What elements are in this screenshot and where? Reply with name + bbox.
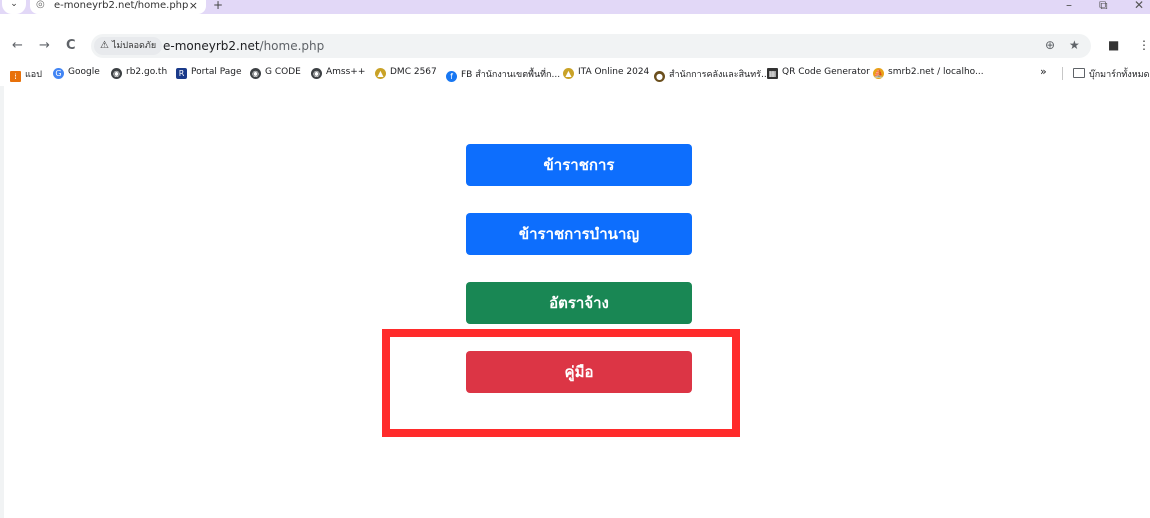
page-left-edge bbox=[0, 86, 4, 518]
bookmarks-overflow-button[interactable]: » bbox=[1040, 65, 1047, 78]
security-label: ไม่ปลอดภัย bbox=[111, 41, 157, 51]
contract-staff-button[interactable]: อัตราจ้าง bbox=[466, 282, 692, 324]
url-host: e-moneyrb2.net bbox=[163, 39, 260, 53]
back-button[interactable]: ← bbox=[12, 38, 23, 53]
chevron-down-icon: ⌄ bbox=[10, 0, 18, 9]
bookmark-apps[interactable]: ⁞ แอป bbox=[10, 67, 42, 82]
reload-button[interactable]: C bbox=[66, 38, 76, 53]
tab-active[interactable]: ◎ e-moneyrb2.net/home.php × bbox=[30, 0, 206, 14]
medal-icon: ▲ bbox=[375, 68, 386, 79]
pensioner-button[interactable]: ข้าราชการบำนาญ bbox=[466, 213, 692, 255]
url-path: /home.php bbox=[259, 39, 325, 53]
warning-icon: ⚠ bbox=[100, 40, 109, 51]
bookmark-portal[interactable]: R Portal Page bbox=[176, 67, 242, 79]
forward-button[interactable]: → bbox=[39, 38, 50, 53]
google-icon: G bbox=[53, 68, 64, 79]
facebook-icon: f bbox=[446, 71, 457, 82]
address-bar[interactable]: ⚠ ไม่ปลอดภัย e-moneyrb2.net/home.php ⊕ ★ bbox=[91, 34, 1091, 58]
globe-icon: ◉ bbox=[311, 68, 322, 79]
bookmark-star-icon[interactable]: ★ bbox=[1069, 38, 1080, 52]
globe-icon: ◉ bbox=[250, 68, 261, 79]
security-chip[interactable]: ⚠ ไม่ปลอดภัย bbox=[94, 37, 163, 55]
medal-icon: ▲ bbox=[563, 68, 574, 79]
url-text[interactable]: e-moneyrb2.net/home.php bbox=[163, 39, 324, 53]
bookmark-amss[interactable]: ◉ Amss++ bbox=[311, 67, 365, 79]
globe-icon: ◎ bbox=[36, 0, 45, 10]
qr-icon: ▦ bbox=[767, 68, 778, 79]
browser-toolbar: ← → C ⚠ ไม่ปลอดภัย e-moneyrb2.net/home.ph… bbox=[0, 30, 1150, 62]
tab-strip: ⌄ ◎ e-moneyrb2.net/home.php × + – ⧉ ✕ bbox=[0, 0, 1150, 14]
apps-grid-icon: ⁞ bbox=[10, 71, 21, 82]
tab-close-icon[interactable]: × bbox=[189, 0, 198, 12]
zoom-icon[interactable]: ⊕ bbox=[1045, 38, 1055, 52]
new-tab-button[interactable]: + bbox=[213, 0, 223, 11]
folder-icon bbox=[1073, 68, 1085, 78]
minimize-button[interactable]: – bbox=[1066, 0, 1072, 12]
globe-icon: ◉ bbox=[111, 68, 122, 79]
bookmark-treasury[interactable]: ● สำนักการคลังและสินทรั... bbox=[654, 67, 770, 82]
other-bookmarks[interactable]: บุ๊กมาร์กทั้งหมด bbox=[1073, 67, 1149, 81]
tab-search-button[interactable]: ⌄ bbox=[2, 0, 26, 14]
browser-window: ⌄ ◎ e-moneyrb2.net/home.php × + – ⧉ ✕ ← … bbox=[0, 0, 1150, 518]
bookmark-qr[interactable]: ▦ QR Code Generator bbox=[767, 67, 870, 79]
manual-button[interactable]: คู่มือ bbox=[466, 351, 692, 393]
bookmark-fb[interactable]: f FB สำนักงานเขตพื้นที่ก... bbox=[446, 67, 560, 82]
close-window-button[interactable]: ✕ bbox=[1134, 0, 1144, 12]
civil-servant-button[interactable]: ข้าราชการ bbox=[466, 144, 692, 186]
extension-icon[interactable]: ■ bbox=[1108, 38, 1119, 52]
bookmarks-separator bbox=[1062, 67, 1063, 80]
bookmark-google[interactable]: G Google bbox=[53, 67, 100, 79]
menu-kebab-icon[interactable]: ⋮ bbox=[1138, 38, 1150, 52]
tab-title: e-moneyrb2.net/home.php bbox=[54, 0, 189, 11]
bookmarks-bar: ⁞ แอป G Google ◉ rb2.go.th R Portal Page ◉ G … bbox=[0, 64, 1150, 84]
bookmark-ita[interactable]: ▲ ITA Online 2024 bbox=[563, 67, 649, 79]
emblem-icon: ● bbox=[654, 71, 665, 82]
bookmark-dmc[interactable]: ▲ DMC 2567 bbox=[375, 67, 437, 79]
bookmark-rb2[interactable]: ◉ rb2.go.th bbox=[111, 67, 167, 79]
phpmyadmin-icon: ⛵ bbox=[873, 68, 884, 79]
portal-r-icon: R bbox=[176, 68, 187, 79]
bookmark-gcode[interactable]: ◉ G CODE bbox=[250, 67, 301, 79]
bookmark-smrb2[interactable]: ⛵ smrb2.net / localho... bbox=[873, 67, 984, 79]
restore-button[interactable]: ⧉ bbox=[1099, 0, 1108, 13]
